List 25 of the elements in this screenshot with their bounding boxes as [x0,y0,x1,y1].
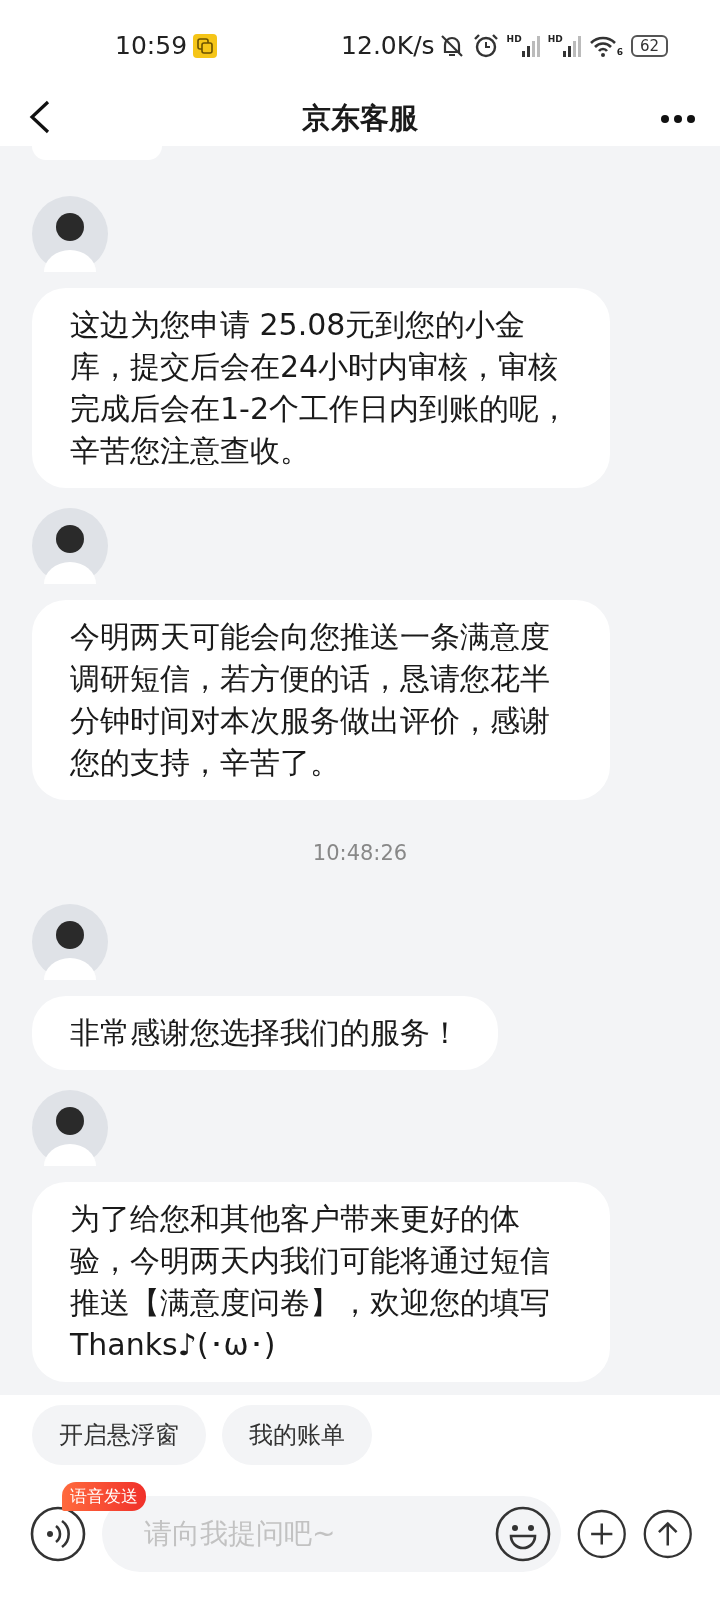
alarm-icon [472,33,499,59]
voice-send-badge: 语音发送 [62,1481,146,1511]
page-title: 京东客服 [302,100,418,138]
voice-icon[interactable] [30,1505,86,1562]
timestamp: 10:48:26 [312,840,408,867]
network-speed: 12.0K/s [341,30,435,63]
mute-bell-icon [438,33,465,59]
hd-label: HD [506,35,522,44]
message-bubble: 非常感谢您选择我们的服务！ [32,995,498,1070]
message-bubble: 今明两天可能会向您推送一条满意度调研短信，若方便的话，恳请您花半分钟时间对本次服务做出评价，感谢您的支持，辛苦了。 [32,600,610,800]
signal-icon [521,35,540,57]
copy-icon [193,34,218,58]
wifi-icon [588,35,617,57]
quick-reply-chip[interactable]: 开启悬浮窗 [32,1405,206,1465]
message-bubble: 这边为您申请 25.08元到您的小金库，提交后会在24小时内审核，审核完成后会在1-2个工作日内到账的呢，辛苦您注意查收。 [32,288,610,488]
battery-icon: 62 [630,35,668,57]
more-icon[interactable] [660,114,696,124]
signal-icon [562,35,581,57]
smiley-icon[interactable] [495,1505,551,1562]
back-icon[interactable] [28,100,52,134]
message-bubble: 为了给您和其他客户带来更好的体验，今明两天内我们可能将通过短信推送【满意度问卷】，欢迎您的填写Thanks♪(･ω･) [32,1181,610,1382]
hd-label: HD [547,35,563,44]
status-time: 10:59 [115,30,188,63]
wifi-label: 6 [616,48,623,57]
quick-reply-chip[interactable]: 我的账单 [222,1405,372,1465]
